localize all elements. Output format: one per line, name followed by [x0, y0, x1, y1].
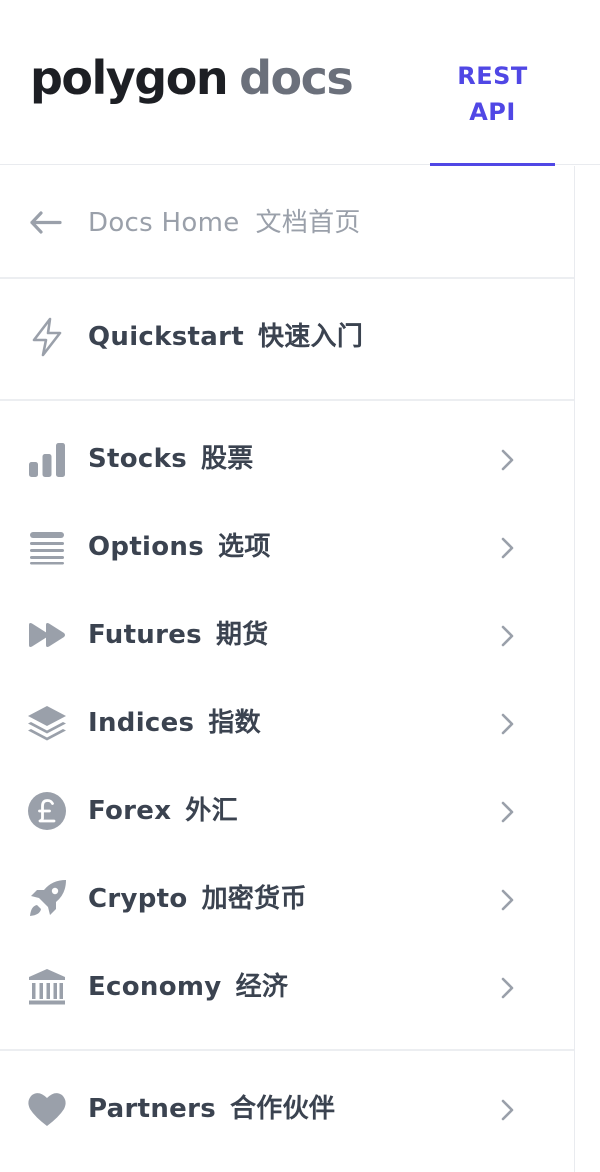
chevron-right-icon — [496, 798, 520, 826]
chevron-right-icon — [496, 446, 520, 474]
chevron-right-icon — [496, 622, 520, 650]
layers-icon — [26, 702, 68, 744]
sidebar-item-quickstart[interactable]: Quickstart 快速入门 — [0, 306, 574, 366]
sidebar-item-label: Crypto — [88, 884, 188, 914]
sidebar-item-label-zh: 选项 — [218, 532, 271, 562]
fast-forward-icon — [26, 614, 68, 656]
divider — [0, 1049, 574, 1051]
sidebar-item-economy[interactable]: Economy 经济 — [0, 956, 574, 1016]
divider — [0, 399, 574, 401]
sidebar-item-label: Forex — [88, 796, 172, 826]
sidebar-item-futures[interactable]: Futures 期货 — [0, 604, 574, 664]
sidebar-item-label: Quickstart — [88, 322, 244, 352]
polygon-docs-logo[interactable]: polygon docs — [30, 50, 354, 106]
sidebar-item-label: Indices — [88, 708, 195, 738]
top-header: polygon docs REST API — [0, 0, 600, 166]
sidebar-item-docs-home[interactable]: Docs Home 文档首页 — [0, 192, 574, 252]
sidebar-item-label-zh: 股票 — [201, 444, 254, 474]
chevron-right-icon — [496, 886, 520, 914]
sidebar-item-crypto[interactable]: Crypto 加密货币 — [0, 868, 574, 928]
sidebar-item-label: Futures — [88, 620, 202, 650]
sidebar-item-label-zh: 经济 — [235, 972, 289, 1002]
sidebar-item-label-zh: 指数 — [208, 708, 261, 738]
sidebar-item-label-zh: 外汇 — [185, 796, 238, 826]
sidebar-item-label: Partners — [88, 1094, 216, 1124]
chevron-right-icon — [496, 974, 520, 1002]
lightning-icon — [26, 316, 68, 358]
chevron-right-icon — [496, 710, 520, 738]
sidebar-nav: Docs Home 文档首页 Quickstart 快速入门 Stocks 股票 Op… — [0, 166, 575, 1172]
arrow-left-icon — [26, 202, 68, 244]
sidebar-item-label: Options — [88, 532, 205, 562]
sidebar-item-indices[interactable]: Indices 指数 — [0, 692, 574, 752]
sidebar-item-label: Docs Home — [88, 208, 240, 238]
sidebar-item-label: Stocks — [88, 444, 187, 474]
sidebar-item-partners[interactable]: Partners 合作伙伴 — [0, 1078, 574, 1138]
tab-rest-api[interactable]: REST API — [430, 58, 555, 166]
sidebar-item-label-zh: 合作伙伴 — [230, 1094, 336, 1124]
sidebar-item-label: Economy — [88, 972, 222, 1002]
stacked-lines-icon — [26, 526, 68, 568]
sidebar-item-stocks[interactable]: Stocks 股票 — [0, 428, 574, 488]
sidebar-item-label-zh: 加密货币 — [201, 884, 307, 914]
bank-icon — [26, 966, 68, 1008]
sidebar-item-forex[interactable]: Forex 外汇 — [0, 780, 574, 840]
sidebar-item-label-zh: 期货 — [215, 620, 269, 650]
sidebar-item-options[interactable]: Options 选项 — [0, 516, 574, 576]
tab-rest-api-label: REST API — [457, 62, 528, 126]
logo-brand: polygon — [30, 51, 229, 105]
chevron-right-icon — [496, 534, 520, 562]
pound-coin-icon — [26, 790, 68, 832]
rocket-icon — [26, 878, 68, 920]
chevron-right-icon — [496, 1096, 520, 1124]
bar-chart-icon — [26, 438, 68, 480]
sidebar-item-label-zh: 快速入门 — [257, 322, 364, 352]
heart-icon — [26, 1088, 68, 1130]
sidebar-item-label-zh: 文档首页 — [255, 208, 361, 238]
logo-sub: docs — [239, 51, 354, 105]
divider — [0, 277, 574, 279]
